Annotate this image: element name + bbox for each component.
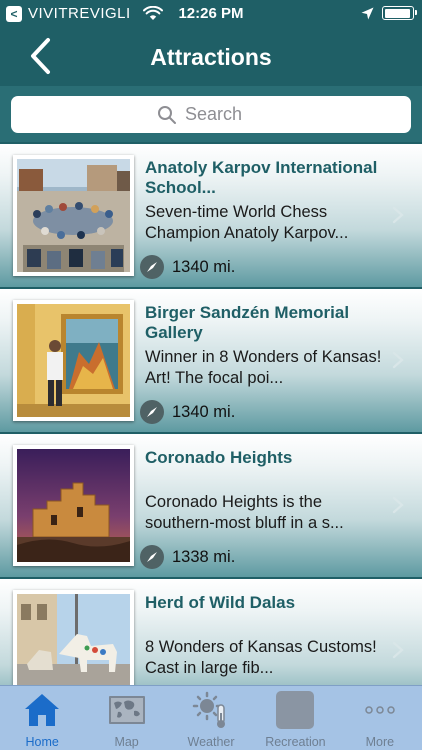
attraction-title: Coronado Heights xyxy=(145,448,293,467)
tab-more[interactable]: More xyxy=(338,686,422,750)
search-field[interactable] xyxy=(11,96,411,133)
tab-home[interactable]: Home xyxy=(0,686,84,750)
list-item[interactable]: Anatoly Karpov International School... S… xyxy=(0,144,422,287)
attraction-title: Anatoly Karpov International School... xyxy=(145,158,378,197)
chevron-left-icon xyxy=(31,38,50,74)
compass-icon xyxy=(140,400,164,424)
coronado-heights-photo xyxy=(17,449,130,562)
status-right xyxy=(361,6,417,20)
distance-row: 1340 mi. xyxy=(140,255,235,279)
tab-label: Home xyxy=(25,735,59,749)
distance-text: 1338 mi. xyxy=(172,547,236,566)
weather-icon xyxy=(192,691,230,729)
status-time: 12:26 PM xyxy=(178,5,244,22)
list-item[interactable]: Herd of Wild Dalas 8 Wonders of Kansas C… xyxy=(0,579,422,685)
nav-bar: Attractions xyxy=(0,28,422,86)
list-item[interactable]: Coronado Heights Coronado Heights is the… xyxy=(0,434,422,577)
tab-bar: Home Map Weather Recreation More xyxy=(0,685,422,750)
distance-row: 1340 mi. xyxy=(140,400,235,424)
page-title: Attractions xyxy=(150,43,272,70)
battery-fill xyxy=(384,8,411,18)
distance-row: 1338 mi. xyxy=(140,545,235,569)
battery-icon xyxy=(382,6,417,20)
tab-label: More xyxy=(365,735,395,749)
tab-weather[interactable]: Weather xyxy=(169,686,253,750)
attraction-title: Herd of Wild Dalas xyxy=(145,593,296,612)
distance-text: 1340 mi. xyxy=(172,402,236,421)
gallery-photo xyxy=(17,304,130,417)
chevron-right-icon xyxy=(392,351,404,369)
chess-school-photo xyxy=(17,159,130,272)
more-icon xyxy=(361,691,399,729)
attraction-thumbnail xyxy=(13,155,134,276)
attraction-thumbnail xyxy=(13,445,134,566)
attraction-title: Birger Sandzén Memorial Gallery xyxy=(145,303,350,342)
tab-recreation[interactable]: Recreation xyxy=(253,686,337,750)
home-icon xyxy=(23,691,61,729)
status-bar: < VIVITREVIGLI 12:26 PM xyxy=(0,0,422,28)
attraction-thumbnail xyxy=(13,300,134,421)
chevron-right-icon xyxy=(392,641,404,659)
location-arrow-icon xyxy=(361,7,374,19)
list-item[interactable]: Birger Sandzén Memorial Gallery Winner i… xyxy=(0,289,422,432)
dala-horses-photo xyxy=(17,594,130,685)
chevron-right-icon xyxy=(392,206,404,224)
chevron-right-icon xyxy=(392,496,404,514)
compass-icon xyxy=(140,255,164,279)
map-icon xyxy=(108,691,146,729)
attraction-description: Winner in 8 Wonders of Kansas! Art! The … xyxy=(145,348,382,387)
attraction-description: Seven-time World Chess Champion Anatoly … xyxy=(145,203,349,242)
attraction-description: Coronado Heights is the southern-most bl… xyxy=(145,493,344,532)
compass-icon xyxy=(140,545,164,569)
attraction-description: 8 Wonders of Kansas Customs! Cast in lar… xyxy=(145,638,377,677)
distance-text: 1340 mi. xyxy=(172,257,236,276)
attractions-list[interactable]: Anatoly Karpov International School... S… xyxy=(0,144,422,685)
tab-map[interactable]: Map xyxy=(84,686,168,750)
search-input[interactable] xyxy=(185,104,265,125)
attraction-thumbnail xyxy=(13,590,134,685)
recreation-icon xyxy=(276,691,315,729)
search-icon xyxy=(158,105,176,124)
back-button[interactable] xyxy=(22,36,58,76)
search-bar xyxy=(0,86,422,142)
tab-label: Map xyxy=(114,735,139,749)
tab-label: Weather xyxy=(187,735,235,749)
tab-label: Recreation xyxy=(265,735,326,749)
